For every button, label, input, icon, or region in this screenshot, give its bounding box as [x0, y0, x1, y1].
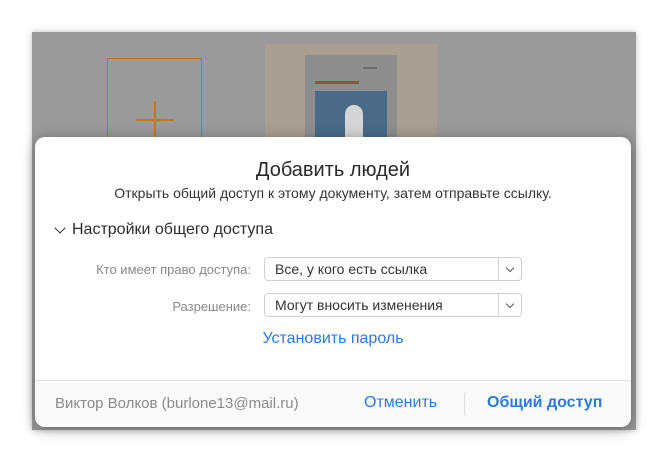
permission-dropdown-toggle[interactable] [499, 299, 521, 308]
dialog-footer: Виктор Волков (burlone13@mail.ru) Отмени… [35, 380, 631, 427]
access-select-value: Все, у кого есть ссылка [275, 261, 428, 277]
permission-select[interactable]: Могут вносить изменения [264, 293, 522, 317]
share-button[interactable]: Общий доступ [487, 394, 602, 412]
cancel-button[interactable]: Отменить [364, 394, 437, 412]
plus-icon [136, 101, 174, 139]
set-password-link[interactable]: Установить пароль [35, 330, 631, 348]
add-people-dialog: Добавить людей Открыть общий доступ к эт… [35, 137, 631, 427]
dialog-title: Добавить людей [255, 159, 411, 181]
chevron-down-icon [505, 263, 515, 272]
access-dropdown-toggle[interactable] [499, 263, 521, 272]
access-select[interactable]: Все, у кого есть ссылка [264, 257, 522, 281]
sharing-settings-toggle[interactable]: Настройки общего доступа [54, 219, 273, 241]
permission-label: Разрешение: [172, 299, 251, 314]
permission-select-value: Могут вносить изменения [275, 297, 443, 313]
thumbnail-text-line [363, 67, 377, 69]
access-label: Кто имеет право доступа: [96, 262, 251, 277]
thumbnail-title-line [315, 81, 359, 84]
chevron-down-icon [505, 299, 515, 308]
footer-divider [464, 393, 465, 415]
owner-label: Виктор Волков (burlone13@mail.ru) [55, 395, 299, 412]
sharing-settings-label: Настройки общего доступа [72, 221, 273, 238]
dialog-subtitle: Открыть общий доступ к этому документу, … [114, 185, 552, 201]
chevron-down-icon [54, 222, 66, 234]
